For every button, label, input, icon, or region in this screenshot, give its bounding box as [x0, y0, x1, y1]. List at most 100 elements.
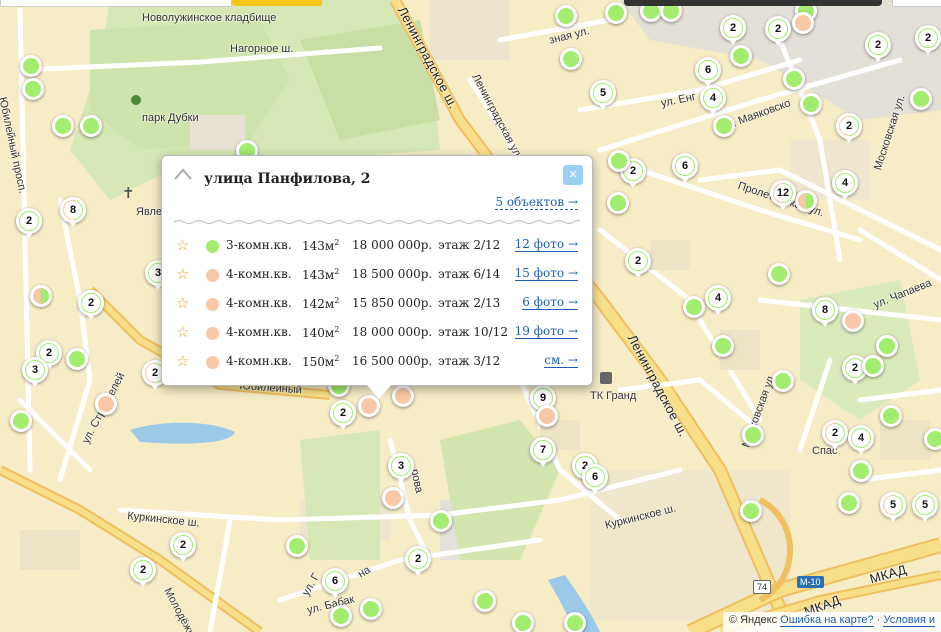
property-marker[interactable]: [876, 335, 898, 357]
cluster-marker[interactable]: 6: [582, 464, 608, 494]
layer-switcher[interactable]: [892, 0, 941, 7]
cluster-marker[interactable]: 5: [880, 492, 906, 522]
photos-link[interactable]: 15 фото →: [514, 267, 578, 281]
cluster-marker[interactable]: 5: [590, 80, 616, 110]
cluster-marker[interactable]: 8: [812, 297, 838, 327]
property-marker[interactable]: [80, 115, 102, 137]
cluster-count: 4: [852, 429, 870, 447]
cluster-marker[interactable]: 2: [836, 113, 862, 143]
cluster-marker[interactable]: 2: [130, 557, 156, 587]
cluster-marker[interactable]: 6: [672, 153, 698, 183]
cluster-marker[interactable]: 2: [625, 248, 651, 278]
cluster-marker[interactable]: 2: [170, 532, 196, 562]
property-marker[interactable]: [560, 48, 582, 70]
property-marker[interactable]: [783, 68, 805, 90]
property-marker[interactable]: [95, 393, 117, 415]
cluster-marker[interactable]: 3: [388, 453, 414, 483]
street-label-nagornoe: Нагорное ш.: [230, 43, 294, 55]
property-marker[interactable]: [880, 405, 902, 427]
objects-count-link[interactable]: 5 объектов →: [495, 195, 578, 210]
cluster-marker[interactable]: 4: [700, 85, 726, 115]
property-marker[interactable]: [474, 590, 496, 612]
property-marker[interactable]: [286, 535, 308, 557]
property-marker[interactable]: [772, 370, 794, 392]
status-dot: [206, 356, 219, 369]
photos-link[interactable]: 19 фото →: [514, 325, 578, 339]
property-marker[interactable]: [795, 190, 817, 212]
cluster-marker[interactable]: 2: [765, 16, 791, 46]
property-marker[interactable]: [555, 5, 577, 27]
favorite-star-icon[interactable]: ☆: [176, 236, 189, 254]
favorite-star-icon[interactable]: ☆: [176, 352, 189, 370]
favorite-star-icon[interactable]: ☆: [176, 294, 189, 312]
close-button[interactable]: ×: [563, 165, 583, 185]
favorite-star-icon[interactable]: ☆: [176, 265, 189, 283]
property-marker[interactable]: [430, 510, 452, 532]
cluster-marker[interactable]: 2: [16, 208, 42, 238]
property-marker[interactable]: [52, 115, 74, 137]
property-marker[interactable]: [608, 150, 630, 172]
cluster-marker[interactable]: 2: [865, 32, 891, 62]
search-input-edge[interactable]: [0, 0, 232, 7]
property-marker[interactable]: [800, 93, 822, 115]
property-marker[interactable]: [605, 2, 627, 24]
listing-price: 18 000 000р.: [352, 325, 433, 339]
cluster-marker[interactable]: 6: [695, 57, 721, 87]
property-marker[interactable]: [924, 428, 941, 450]
terms-link[interactable]: Условия и: [883, 614, 935, 627]
property-marker[interactable]: [842, 310, 864, 332]
property-marker[interactable]: [862, 355, 884, 377]
cluster-marker[interactable]: 4: [832, 170, 858, 200]
property-marker[interactable]: [66, 348, 88, 370]
cluster-marker[interactable]: 6: [322, 568, 348, 598]
property-marker[interactable]: [360, 598, 382, 620]
property-marker[interactable]: [22, 78, 44, 100]
listing-row: ☆ 3-комн.кв. 143м2 18 000 000р. этаж 2/12 12 …: [176, 236, 580, 256]
property-marker[interactable]: [683, 296, 705, 318]
property-marker[interactable]: [742, 424, 764, 446]
cluster-marker[interactable]: 3: [22, 357, 48, 387]
property-marker[interactable]: [730, 45, 752, 67]
photos-link[interactable]: см. →: [544, 354, 578, 368]
property-marker[interactable]: [910, 88, 932, 110]
property-marker[interactable]: [712, 335, 734, 357]
cluster-marker[interactable]: 2: [405, 546, 431, 576]
property-marker[interactable]: [536, 405, 558, 427]
cluster-marker[interactable]: 2: [720, 15, 746, 45]
property-marker[interactable]: [392, 385, 414, 407]
cluster-marker[interactable]: 2: [822, 420, 848, 450]
cluster-marker[interactable]: 2: [915, 25, 941, 55]
property-marker[interactable]: [850, 460, 872, 482]
cluster-marker[interactable]: 5: [912, 492, 938, 522]
property-marker[interactable]: [838, 492, 860, 514]
map-controls-bar[interactable]: [624, 0, 882, 6]
cluster-marker[interactable]: 4: [705, 285, 731, 315]
property-marker[interactable]: [382, 487, 404, 509]
property-marker[interactable]: [768, 263, 790, 285]
property-marker[interactable]: [607, 192, 629, 214]
church-icon: ✝: [122, 184, 135, 202]
listing-row: ☆ 4-комн.кв. 143м2 18 500 000р. этаж 6/14 15 …: [176, 265, 580, 285]
cluster-marker[interactable]: 8: [60, 197, 86, 227]
property-marker[interactable]: [20, 55, 42, 77]
property-marker[interactable]: [740, 500, 762, 522]
property-marker[interactable]: [512, 612, 534, 632]
property-marker[interactable]: [10, 410, 32, 432]
property-marker[interactable]: [30, 285, 52, 307]
cluster-marker[interactable]: 2: [330, 400, 356, 430]
property-marker[interactable]: [564, 612, 586, 632]
cluster-marker[interactable]: 2: [78, 290, 104, 320]
property-marker[interactable]: [330, 605, 352, 627]
search-button-edge[interactable]: [232, 0, 322, 6]
favorite-star-icon[interactable]: ☆: [176, 323, 189, 341]
cluster-marker[interactable]: 7: [530, 437, 556, 467]
cluster-marker[interactable]: 12: [770, 180, 796, 210]
photos-link[interactable]: 6 фото →: [522, 296, 578, 310]
cluster-marker[interactable]: 4: [848, 425, 874, 455]
photos-link[interactable]: 12 фото →: [514, 238, 578, 252]
listing-row: ☆ 4-комн.кв. 150м2 16 500 000р. этаж 3/12 см.…: [176, 352, 580, 372]
report-error-link[interactable]: Ошибка на карте?: [780, 614, 874, 627]
property-marker[interactable]: [713, 115, 735, 137]
route-74-shield: 74: [753, 580, 772, 594]
property-marker[interactable]: [792, 12, 814, 34]
